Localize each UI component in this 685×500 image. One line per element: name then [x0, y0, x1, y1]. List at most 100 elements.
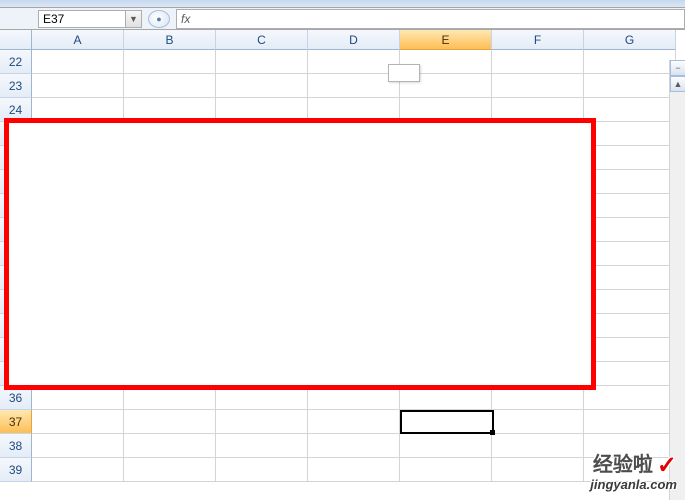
- cell[interactable]: [124, 218, 216, 242]
- cell[interactable]: [32, 242, 124, 266]
- cell[interactable]: [216, 338, 308, 362]
- insert-function-button[interactable]: ●: [148, 10, 170, 28]
- cell[interactable]: [124, 458, 216, 482]
- cell[interactable]: [32, 50, 124, 74]
- cell[interactable]: [400, 146, 492, 170]
- cell[interactable]: [400, 338, 492, 362]
- cell[interactable]: [492, 362, 584, 386]
- cell[interactable]: [308, 122, 400, 146]
- active-cell-marker[interactable]: [400, 410, 494, 434]
- floating-cell-editor[interactable]: [388, 64, 420, 82]
- cell[interactable]: [400, 362, 492, 386]
- column-header-a[interactable]: A: [32, 30, 124, 50]
- cell[interactable]: [492, 170, 584, 194]
- column-header-b[interactable]: B: [124, 30, 216, 50]
- cell[interactable]: [216, 50, 308, 74]
- row-header-31[interactable]: 31: [0, 266, 32, 290]
- cell[interactable]: [216, 170, 308, 194]
- row-header-23[interactable]: 23: [0, 74, 32, 98]
- cell[interactable]: [400, 122, 492, 146]
- row-header-34[interactable]: 34: [0, 338, 32, 362]
- cell[interactable]: [124, 194, 216, 218]
- cell[interactable]: [400, 290, 492, 314]
- row-header-28[interactable]: 28: [0, 194, 32, 218]
- cell[interactable]: [32, 74, 124, 98]
- cell[interactable]: [308, 410, 400, 434]
- cell[interactable]: [216, 98, 308, 122]
- row-header-35[interactable]: 35: [0, 362, 32, 386]
- cell[interactable]: [216, 122, 308, 146]
- select-all-corner[interactable]: [0, 30, 32, 50]
- cell[interactable]: [584, 170, 676, 194]
- cell[interactable]: [400, 386, 492, 410]
- cell[interactable]: [216, 242, 308, 266]
- cell[interactable]: [216, 290, 308, 314]
- cell[interactable]: [124, 266, 216, 290]
- cell[interactable]: [216, 218, 308, 242]
- cell[interactable]: [32, 146, 124, 170]
- cell[interactable]: [492, 386, 584, 410]
- cell[interactable]: [400, 458, 492, 482]
- cell[interactable]: [308, 266, 400, 290]
- cell[interactable]: [400, 434, 492, 458]
- cell[interactable]: [124, 74, 216, 98]
- cell[interactable]: [584, 338, 676, 362]
- cell[interactable]: [492, 146, 584, 170]
- cell[interactable]: [308, 434, 400, 458]
- scroll-split-handle[interactable]: −: [670, 60, 685, 76]
- row-header-22[interactable]: 22: [0, 50, 32, 74]
- column-header-d[interactable]: D: [308, 30, 400, 50]
- cell[interactable]: [584, 434, 676, 458]
- cell[interactable]: [492, 434, 584, 458]
- cell[interactable]: [308, 290, 400, 314]
- cell[interactable]: [308, 74, 400, 98]
- cell[interactable]: [584, 98, 676, 122]
- row-header-27[interactable]: 27: [0, 170, 32, 194]
- cell[interactable]: [32, 314, 124, 338]
- row-header-33[interactable]: 33: [0, 314, 32, 338]
- cell[interactable]: [124, 386, 216, 410]
- cell[interactable]: [492, 50, 584, 74]
- cell[interactable]: [32, 266, 124, 290]
- cell[interactable]: [492, 290, 584, 314]
- cell[interactable]: [32, 218, 124, 242]
- cell[interactable]: [492, 122, 584, 146]
- row-header-24[interactable]: 24: [0, 98, 32, 122]
- cell[interactable]: [584, 362, 676, 386]
- cell[interactable]: [32, 98, 124, 122]
- row-header-29[interactable]: 29: [0, 218, 32, 242]
- cell[interactable]: [32, 170, 124, 194]
- cell[interactable]: [124, 242, 216, 266]
- cell[interactable]: [32, 434, 124, 458]
- row-header-30[interactable]: 30: [0, 242, 32, 266]
- cell[interactable]: [584, 146, 676, 170]
- column-header-g[interactable]: G: [584, 30, 676, 50]
- cell[interactable]: [400, 266, 492, 290]
- cell[interactable]: [124, 290, 216, 314]
- cell[interactable]: [124, 122, 216, 146]
- cell[interactable]: [400, 314, 492, 338]
- cell[interactable]: [124, 98, 216, 122]
- cell[interactable]: [124, 146, 216, 170]
- cell[interactable]: [400, 98, 492, 122]
- cell[interactable]: [308, 170, 400, 194]
- cell[interactable]: [216, 386, 308, 410]
- cell[interactable]: [492, 458, 584, 482]
- cell[interactable]: [32, 122, 124, 146]
- cell[interactable]: [492, 314, 584, 338]
- cell[interactable]: [308, 242, 400, 266]
- cell[interactable]: [584, 194, 676, 218]
- cell[interactable]: [216, 266, 308, 290]
- cell[interactable]: [32, 338, 124, 362]
- cell[interactable]: [584, 218, 676, 242]
- column-header-e[interactable]: E: [400, 30, 492, 50]
- cell[interactable]: [32, 386, 124, 410]
- cell[interactable]: [216, 458, 308, 482]
- cell[interactable]: [124, 338, 216, 362]
- column-header-c[interactable]: C: [216, 30, 308, 50]
- cell[interactable]: [32, 194, 124, 218]
- formula-bar[interactable]: fx: [176, 9, 685, 29]
- cell[interactable]: [584, 458, 676, 482]
- row-header-26[interactable]: 26: [0, 146, 32, 170]
- cell[interactable]: [584, 242, 676, 266]
